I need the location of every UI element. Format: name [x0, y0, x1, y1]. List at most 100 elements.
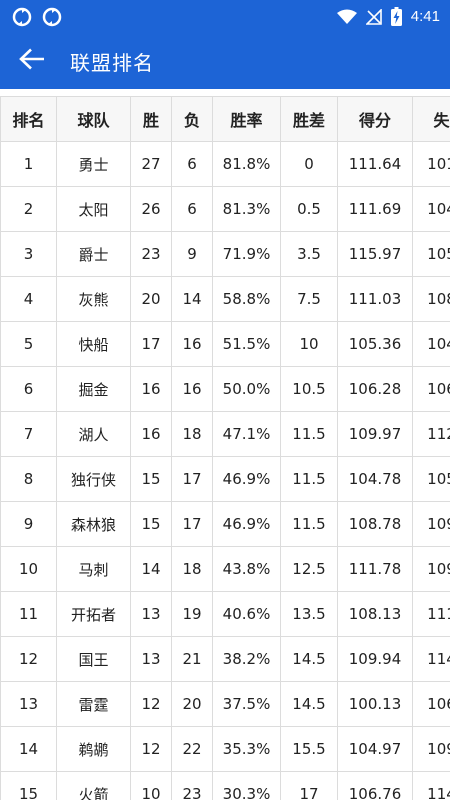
cell-team: 勇士 [56, 141, 131, 187]
cell-points-against: 114 [412, 771, 450, 800]
header-losses[interactable]: 负 [171, 96, 213, 142]
cell-points-for: 111.03 [337, 276, 413, 322]
cell-points-against: 112 [412, 411, 450, 457]
cell-wins: 20 [130, 276, 172, 322]
back-button[interactable] [4, 33, 60, 89]
cell-win-pct: 46.9% [212, 501, 281, 547]
table-row[interactable]: 2太阳26681.3%0.5111.69104 [0, 186, 450, 232]
table-row[interactable]: 10马刺141843.8%12.5111.78109 [0, 546, 450, 592]
cell-team: 湖人 [56, 411, 131, 457]
cell-points-against: 101 [412, 141, 450, 187]
cell-losses: 18 [171, 546, 213, 592]
arrow-left-icon [19, 48, 45, 74]
cell-points-against: 111 [412, 591, 450, 637]
cell-rank: 14 [0, 726, 57, 772]
cell-team: 快船 [56, 321, 131, 367]
cell-games-behind: 0 [280, 141, 338, 187]
table-row[interactable]: 3爵士23971.9%3.5115.97105 [0, 231, 450, 277]
cell-losses: 22 [171, 726, 213, 772]
cell-games-behind: 17 [280, 771, 338, 800]
cell-games-behind: 14.5 [280, 636, 338, 682]
header-wins[interactable]: 胜 [130, 96, 172, 142]
table-row[interactable]: 9森林狼151746.9%11.5108.78109 [0, 501, 450, 547]
cell-points-for: 104.78 [337, 456, 413, 502]
cell-losses: 6 [171, 141, 213, 187]
cell-win-pct: 47.1% [212, 411, 281, 457]
cell-team: 爵士 [56, 231, 131, 277]
cell-losses: 21 [171, 636, 213, 682]
status-time: 4:41 [410, 8, 440, 25]
cell-team: 森林狼 [56, 501, 131, 547]
cell-rank: 3 [0, 231, 57, 277]
cell-rank: 5 [0, 321, 57, 367]
cell-wins: 26 [130, 186, 172, 232]
table-row[interactable]: 5快船171651.5%10105.36104 [0, 321, 450, 367]
cell-points-against: 106 [412, 681, 450, 727]
cell-points-against: 109 [412, 726, 450, 772]
cell-wins: 27 [130, 141, 172, 187]
cell-wins: 12 [130, 726, 172, 772]
table-row[interactable]: 8独行侠151746.9%11.5104.78105 [0, 456, 450, 502]
table-row[interactable]: 4灰熊201458.8%7.5111.03108 [0, 276, 450, 322]
header-points-for[interactable]: 得分 [337, 96, 413, 142]
cell-win-pct: 30.3% [212, 771, 281, 800]
cell-rank: 9 [0, 501, 57, 547]
status-bar-right: 4:41 [336, 7, 440, 26]
sync-icon [12, 7, 32, 27]
table-row[interactable]: 1勇士27681.8%0111.64101 [0, 141, 450, 187]
cell-wins: 13 [130, 636, 172, 682]
cell-wins: 16 [130, 366, 172, 412]
table-row[interactable]: 11开拓者131940.6%13.5108.13111 [0, 591, 450, 637]
cell-points-for: 104.97 [337, 726, 413, 772]
cell-losses: 17 [171, 501, 213, 547]
cell-wins: 15 [130, 456, 172, 502]
cell-points-for: 111.78 [337, 546, 413, 592]
cell-points-for: 106.28 [337, 366, 413, 412]
cell-losses: 6 [171, 186, 213, 232]
cell-win-pct: 38.2% [212, 636, 281, 682]
cell-win-pct: 37.5% [212, 681, 281, 727]
table-row[interactable]: 14鹈鹕122235.3%15.5104.97109 [0, 726, 450, 772]
app-bar: 联盟排名 [0, 33, 450, 89]
battery-charging-icon [390, 7, 402, 26]
cell-win-pct: 51.5% [212, 321, 281, 367]
cell-win-pct: 35.3% [212, 726, 281, 772]
table-row[interactable]: 7湖人161847.1%11.5109.97112 [0, 411, 450, 457]
cell-points-against: 109 [412, 546, 450, 592]
cell-team: 灰熊 [56, 276, 131, 322]
header-win-pct[interactable]: 胜率 [212, 96, 281, 142]
cell-wins: 13 [130, 591, 172, 637]
cell-points-against: 105 [412, 456, 450, 502]
table-row[interactable]: 15火箭102330.3%17106.76114 [0, 771, 450, 800]
cell-points-against: 104 [412, 321, 450, 367]
cell-points-for: 111.64 [337, 141, 413, 187]
table-row[interactable]: 12国王132138.2%14.5109.94114 [0, 636, 450, 682]
cell-points-against: 114 [412, 636, 450, 682]
cell-win-pct: 50.0% [212, 366, 281, 412]
standings-table: 排名 球队 胜 负 胜率 胜差 得分 失 1 勇士 27 6 81.8% 0 111.64 1… [0, 96, 450, 800]
cell-losses: 14 [171, 276, 213, 322]
cell-points-for: 109.97 [337, 411, 413, 457]
cell-rank: 7 [0, 411, 57, 457]
cell-team: 火箭 [56, 771, 131, 800]
table-row[interactable]: 13雷霆122037.5%14.5100.13106 [0, 681, 450, 727]
cell-games-behind: 3.5 [280, 231, 338, 277]
header-games-behind[interactable]: 胜差 [280, 96, 338, 142]
cell-games-behind: 15.5 [280, 726, 338, 772]
table-row[interactable]: 6掘金161650.0%10.5106.28106 [0, 366, 450, 412]
cell-games-behind: 13.5 [280, 591, 338, 637]
cell-games-behind: 0.5 [280, 186, 338, 232]
cell-team: 独行侠 [56, 456, 131, 502]
cell-losses: 20 [171, 681, 213, 727]
cell-rank: 1 [0, 141, 57, 187]
standings-table-container[interactable]: 排名 球队 胜 负 胜率 胜差 得分 失 1 勇士 27 6 81.8% 0 111.64 1… [0, 96, 450, 800]
header-rank[interactable]: 排名 [0, 96, 57, 142]
header-team[interactable]: 球队 [56, 96, 131, 142]
cell-rank: 8 [0, 456, 57, 502]
cell-games-behind: 10 [280, 321, 338, 367]
cell-losses: 19 [171, 591, 213, 637]
cell-points-for: 115.97 [337, 231, 413, 277]
cell-wins: 23 [130, 231, 172, 277]
header-points-against[interactable]: 失 [412, 96, 450, 142]
cell-losses: 17 [171, 456, 213, 502]
